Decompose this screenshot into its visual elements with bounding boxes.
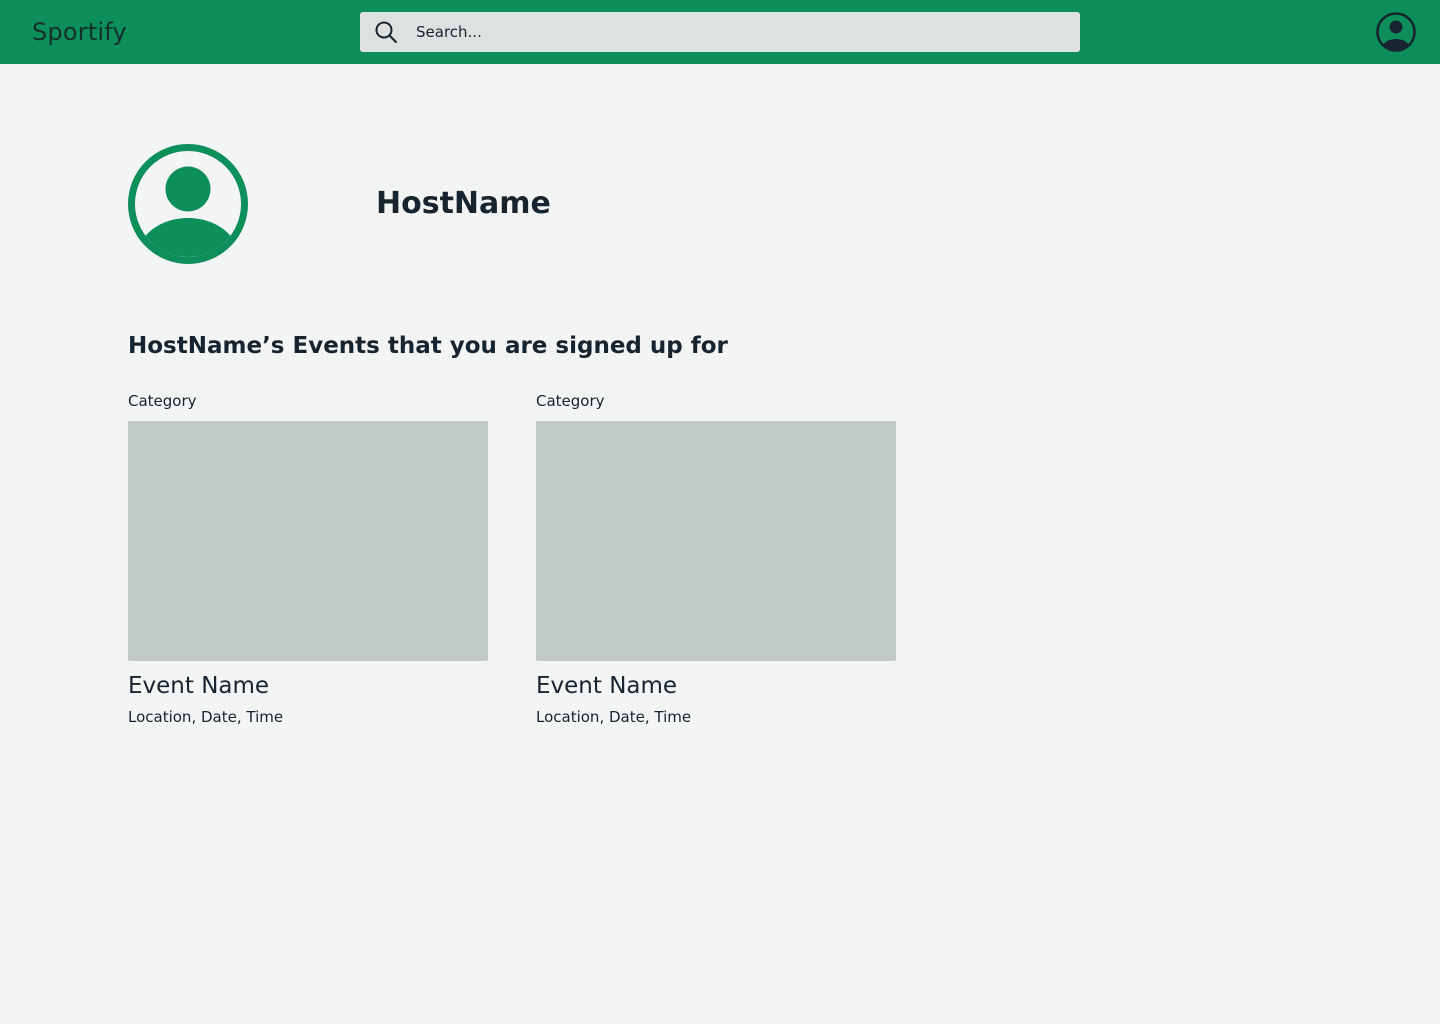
event-category: Category xyxy=(536,392,605,410)
search-input[interactable] xyxy=(416,12,1066,52)
event-image-placeholder[interactable] xyxy=(128,421,488,661)
event-location-date-time: Location, Date, Time xyxy=(536,708,692,726)
event-card[interactable]: Category Event Name Location, Date, Time xyxy=(128,390,488,735)
user-avatar-icon xyxy=(128,144,248,264)
event-category: Category xyxy=(128,392,197,410)
event-card[interactable]: Category Event Name Location, Date, Time xyxy=(536,390,896,735)
account-circle-icon[interactable] xyxy=(1376,12,1416,52)
search-icon[interactable] xyxy=(374,20,398,44)
host-name-heading: HostName xyxy=(376,186,551,221)
brand-logo[interactable]: Sportify xyxy=(32,16,127,48)
event-image-placeholder[interactable] xyxy=(536,421,896,661)
event-name[interactable]: Event Name xyxy=(128,670,269,702)
signed-up-events-heading: HostName’s Events that you are signed up… xyxy=(128,333,728,359)
search-bar[interactable] xyxy=(360,12,1080,52)
event-location-date-time: Location, Date, Time xyxy=(128,708,284,726)
top-navigation-bar: Sportify xyxy=(0,0,1440,64)
event-name[interactable]: Event Name xyxy=(536,670,677,702)
